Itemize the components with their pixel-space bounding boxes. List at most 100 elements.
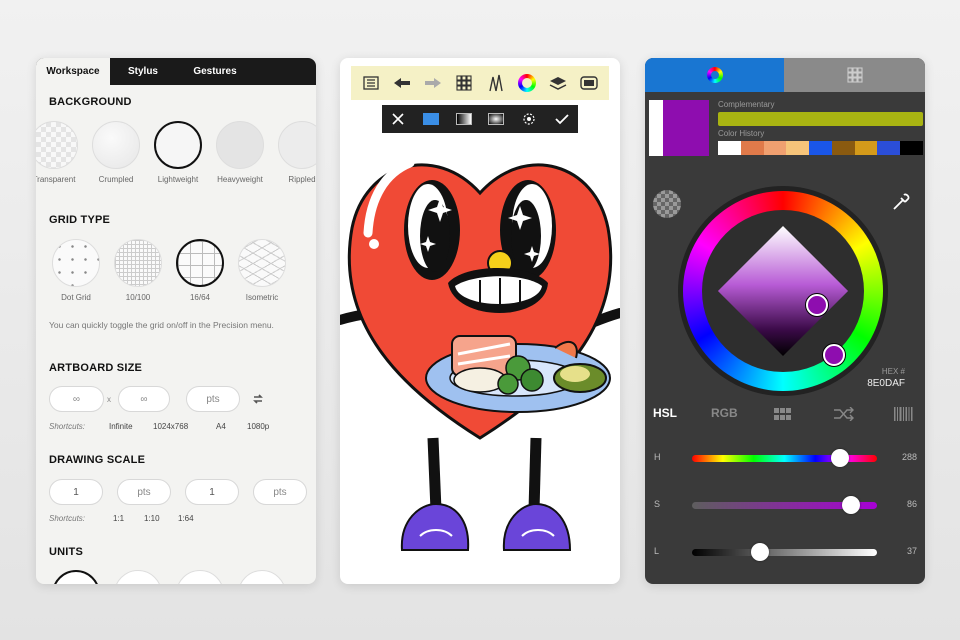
gradient-linear-icon[interactable] bbox=[454, 109, 474, 129]
layers-icon[interactable] bbox=[547, 72, 569, 94]
units-option[interactable] bbox=[52, 570, 100, 584]
complementary-color-bar[interactable] bbox=[718, 112, 923, 126]
hex-label: HEX # bbox=[881, 367, 905, 376]
units-title: UNITS bbox=[49, 546, 83, 558]
swap-orientation-icon[interactable] bbox=[251, 392, 265, 406]
history-swatch[interactable] bbox=[900, 141, 924, 155]
grid-10-100-option[interactable] bbox=[114, 239, 162, 287]
scale-value-1-input[interactable]: 1 bbox=[49, 479, 103, 505]
shuffle-icon[interactable] bbox=[833, 406, 855, 426]
saturation-slider-label: S bbox=[654, 499, 661, 509]
sl-selector-knob[interactable] bbox=[806, 294, 828, 316]
hue-slider-knob[interactable] bbox=[831, 449, 849, 467]
tab-gestures[interactable]: Gestures bbox=[176, 58, 254, 85]
units-option[interactable] bbox=[114, 570, 162, 584]
saturation-slider-knob[interactable] bbox=[842, 496, 861, 514]
swatches-grid-icon bbox=[846, 67, 863, 83]
history-swatch[interactable] bbox=[718, 141, 741, 155]
grid-type-title: GRID TYPE bbox=[49, 214, 111, 226]
barcode-icon[interactable] bbox=[893, 407, 913, 426]
artboard-unit-select[interactable]: pts bbox=[186, 386, 240, 412]
scale-shortcut-1-1[interactable]: 1:1 bbox=[113, 514, 124, 523]
eyedropper-icon[interactable] bbox=[891, 192, 911, 212]
history-swatch[interactable] bbox=[877, 141, 901, 155]
grid-label: Isometric bbox=[245, 293, 279, 302]
units-option[interactable] bbox=[238, 570, 286, 584]
heart-character-illustration[interactable] bbox=[340, 58, 620, 584]
settings-icon[interactable] bbox=[519, 109, 539, 129]
canvas-panel bbox=[340, 58, 620, 584]
shortcut-infinite[interactable]: Infinite bbox=[109, 422, 133, 431]
workspace-settings-panel: Workspace Stylus Gestures BACKGROUND Tra… bbox=[36, 58, 316, 584]
scale-value-2-input[interactable]: 1 bbox=[185, 479, 239, 505]
artboard-width-input[interactable]: ∞ bbox=[49, 386, 104, 412]
color-wheel-icon[interactable] bbox=[516, 72, 538, 94]
scale-shortcut-1-64[interactable]: 1:64 bbox=[178, 514, 194, 523]
grid-hint-text: You can quickly toggle the grid on/off i… bbox=[49, 320, 274, 330]
history-swatch[interactable] bbox=[786, 141, 810, 155]
grid-icon[interactable] bbox=[453, 72, 475, 94]
tab-color-wheel[interactable] bbox=[645, 58, 784, 92]
artboard-icon[interactable] bbox=[578, 72, 600, 94]
shortcut-a4[interactable]: A4 bbox=[216, 422, 226, 431]
grid-label: 10/100 bbox=[125, 293, 151, 302]
shortcut-1080p[interactable]: 1080p bbox=[247, 422, 269, 431]
history-swatch[interactable] bbox=[809, 141, 832, 155]
scale-unit-1-select[interactable]: pts bbox=[117, 479, 171, 505]
history-swatch[interactable] bbox=[740, 141, 764, 155]
hue-slider[interactable] bbox=[692, 449, 877, 467]
fill-blue-icon[interactable] bbox=[421, 109, 441, 129]
scale-unit-2-select[interactable]: pts bbox=[253, 479, 307, 505]
close-icon[interactable] bbox=[388, 109, 408, 129]
color-mode-row: HSL RGB bbox=[645, 406, 925, 426]
tab-workspace[interactable]: Workspace bbox=[36, 58, 110, 85]
grid-label: 16/64 bbox=[189, 293, 211, 302]
lightness-slider[interactable] bbox=[692, 543, 877, 561]
current-color-swatch[interactable] bbox=[649, 100, 709, 156]
mode-palette-icon[interactable] bbox=[773, 407, 793, 426]
background-crumpled-option[interactable] bbox=[92, 121, 140, 169]
grid-16-64-option[interactable] bbox=[176, 239, 224, 287]
saturation-slider[interactable] bbox=[692, 496, 877, 514]
hue-selector-knob[interactable] bbox=[823, 344, 845, 366]
color-history-swatches bbox=[718, 141, 924, 155]
check-icon[interactable] bbox=[552, 109, 572, 129]
tab-swatches[interactable] bbox=[784, 58, 925, 92]
times-label: x bbox=[107, 395, 111, 404]
background-label: Lightweight bbox=[157, 175, 199, 184]
shortcut-1024x768[interactable]: 1024x768 bbox=[153, 422, 188, 431]
mode-hsl[interactable]: HSL bbox=[653, 406, 677, 420]
transparency-toggle-icon[interactable] bbox=[653, 190, 681, 218]
hue-value: 288 bbox=[901, 452, 917, 462]
saturation-value: 86 bbox=[906, 499, 917, 509]
grid-isometric-option[interactable] bbox=[238, 239, 286, 287]
current-color bbox=[663, 100, 709, 156]
tab-stylus[interactable]: Stylus bbox=[110, 58, 176, 85]
gradient-radial-icon[interactable] bbox=[486, 109, 506, 129]
history-swatch[interactable] bbox=[763, 141, 787, 155]
background-heavyweight-option[interactable] bbox=[216, 121, 264, 169]
mode-rgb[interactable]: RGB bbox=[711, 406, 738, 420]
lightness-value: 37 bbox=[906, 546, 917, 556]
drawing-scale-title: DRAWING SCALE bbox=[49, 454, 146, 466]
settings-tabs: Workspace Stylus Gestures bbox=[36, 58, 316, 85]
background-rippled-option[interactable] bbox=[278, 121, 316, 169]
layers-list-icon[interactable] bbox=[360, 72, 382, 94]
grid-dot-option[interactable] bbox=[52, 239, 100, 287]
brush-icon[interactable] bbox=[485, 72, 507, 94]
history-swatch[interactable] bbox=[831, 141, 855, 155]
background-lightweight-option[interactable] bbox=[154, 121, 202, 169]
color-history-label: Color History bbox=[718, 129, 765, 138]
units-option[interactable] bbox=[176, 570, 224, 584]
history-swatch[interactable] bbox=[854, 141, 878, 155]
background-label: Crumpled bbox=[98, 175, 134, 184]
color-picker-panel: Complementary Color History HEX # 8E0DAF… bbox=[645, 58, 925, 584]
redo-icon[interactable] bbox=[422, 72, 444, 94]
background-transparent-option[interactable] bbox=[36, 121, 78, 169]
undo-icon[interactable] bbox=[391, 72, 413, 94]
scale-shortcut-1-10[interactable]: 1:10 bbox=[144, 514, 160, 523]
lightness-slider-knob[interactable] bbox=[751, 543, 770, 561]
hex-value-input[interactable]: 8E0DAF bbox=[859, 378, 905, 389]
artboard-height-input[interactable]: ∞ bbox=[118, 386, 170, 412]
background-label: Heavyweight bbox=[217, 175, 263, 184]
